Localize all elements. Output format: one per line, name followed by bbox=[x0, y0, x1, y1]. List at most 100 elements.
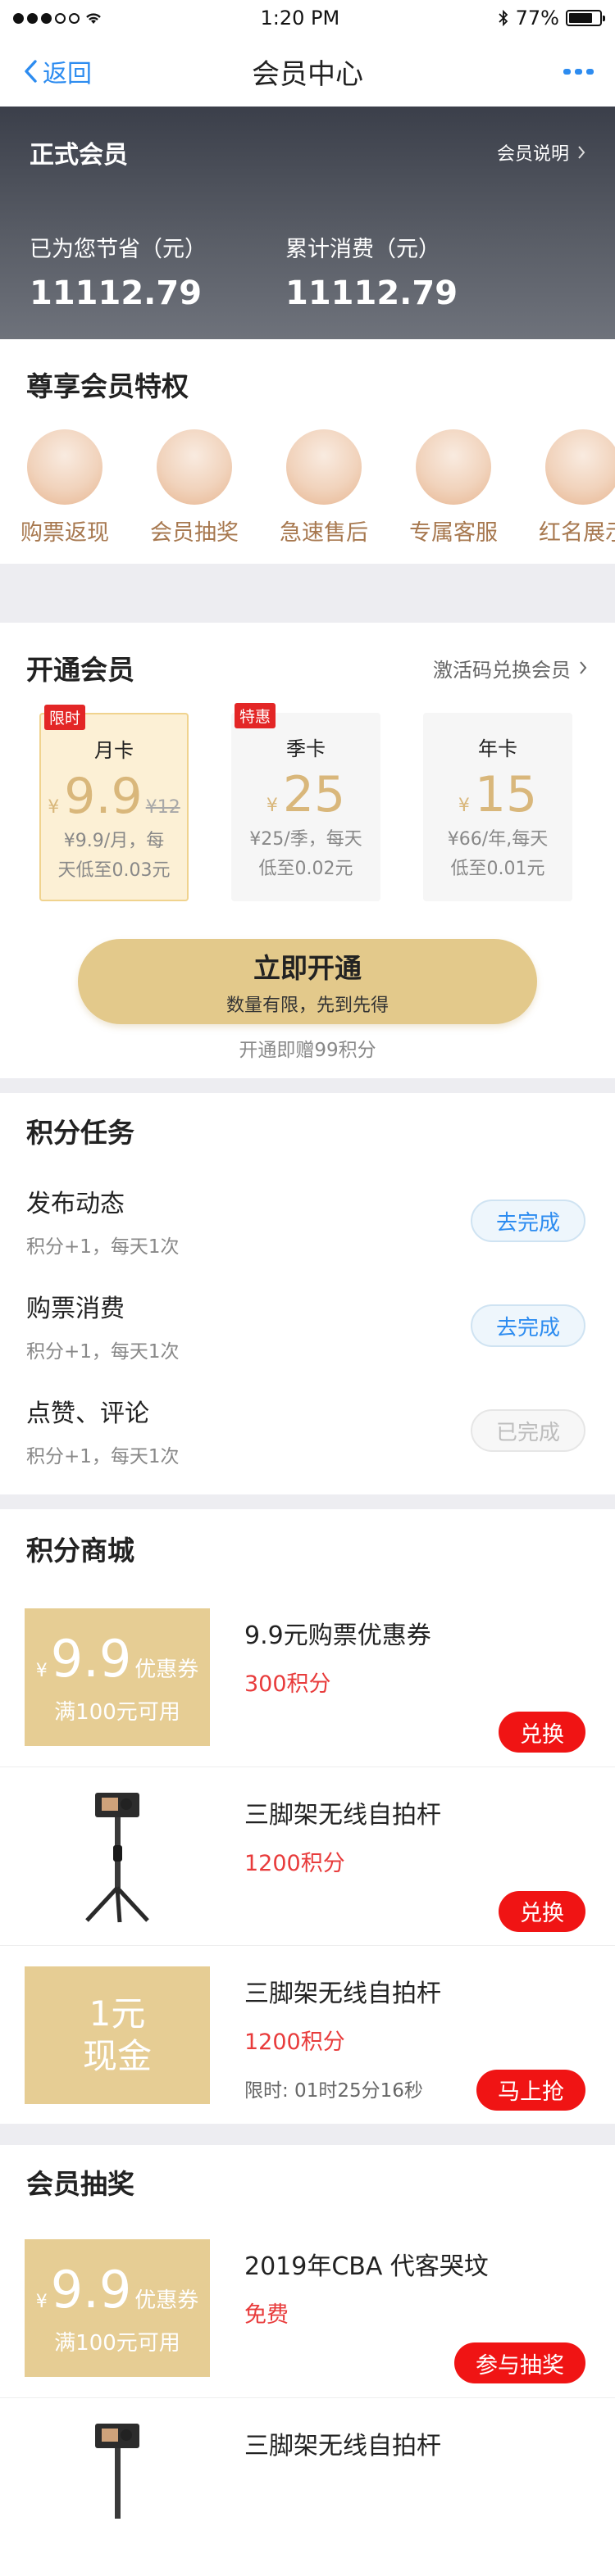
plan-price: ¥ 25 bbox=[266, 766, 345, 823]
more-button[interactable] bbox=[563, 68, 594, 75]
task-row: 点赞、评论 积分+1，每天1次 已完成 bbox=[0, 1378, 615, 1483]
task-rule: 积分+1，每天1次 bbox=[26, 1446, 180, 1467]
red-name-icon bbox=[545, 429, 615, 505]
membership-header: 正式会员 会员说明 已为您节省（元） 11112.79 累计消费（元） 1111… bbox=[0, 107, 615, 339]
activation-code-label: 激活码兑换会员 bbox=[433, 658, 571, 682]
activation-code-link[interactable]: 激活码兑换会员 bbox=[433, 654, 587, 683]
coupon-condition: 满100元可用 bbox=[54, 2331, 180, 2356]
perk-label: 红名展示 bbox=[539, 520, 615, 546]
points-tasks-section: 积分任务 发布动态 积分+1，每天1次 去完成 购票消费 积分+1，每天1次 去… bbox=[0, 1093, 615, 1494]
currency-symbol: ¥ bbox=[48, 797, 60, 818]
plan-card-yearly[interactable]: 年卡 ¥ 15 ¥66/年,每天 低至0.01元 bbox=[423, 713, 572, 901]
perk-item[interactable]: 专属客服 bbox=[389, 429, 518, 564]
perks-title: 尊享会员特权 bbox=[26, 370, 189, 402]
cash-label: 现金 bbox=[82, 2035, 152, 2076]
wifi-icon bbox=[86, 13, 101, 24]
grab-now-button[interactable]: 马上抢 bbox=[476, 2069, 585, 2111]
perk-label: 专属客服 bbox=[409, 520, 498, 546]
currency-symbol: ¥ bbox=[458, 796, 470, 816]
plan-card-quarterly[interactable]: 特惠 季卡 ¥ 25 ¥25/季，每天 低至0.02元 bbox=[231, 703, 380, 901]
signal-strength-icon bbox=[13, 12, 80, 24]
join-lottery-button[interactable]: 参与抽奖 bbox=[454, 2342, 585, 2383]
plan-name: 年卡 bbox=[478, 737, 517, 760]
task-name: 点赞、评论 bbox=[26, 1399, 149, 1428]
redeem-button[interactable]: 兑换 bbox=[499, 1712, 585, 1753]
coupon-unit: 优惠券 bbox=[134, 1658, 199, 1682]
coupon-value: 9.9 bbox=[50, 2260, 132, 2320]
open-membership-button[interactable]: 立即开通 数量有限，先到先得 bbox=[78, 939, 537, 1024]
redeem-button[interactable]: 兑换 bbox=[499, 1890, 585, 1932]
perks-list: 购票返现 会员抽奖 急速售后 专属客服 红名展示 bbox=[0, 429, 615, 564]
battery-percent: 77% bbox=[515, 7, 559, 29]
cash-thumbnail: 1元 现金 bbox=[25, 1966, 210, 2104]
go-complete-button[interactable]: 去完成 bbox=[471, 1200, 585, 1242]
task-rule: 积分+1，每天1次 bbox=[26, 1236, 180, 1258]
perks-section: 尊享会员特权 购票返现 会员抽奖 急速售后 专属客服 红名展示 bbox=[0, 339, 615, 564]
go-complete-button[interactable]: 去完成 bbox=[471, 1304, 585, 1347]
spent-label: 累计消费（元） bbox=[285, 237, 440, 262]
plan-desc: ¥9.9/月，每 天低至0.03元 bbox=[57, 831, 171, 881]
original-price: ¥12 bbox=[145, 797, 180, 818]
signal-area bbox=[13, 11, 102, 25]
price-value: 25 bbox=[282, 766, 346, 823]
limited-badge: 限时 bbox=[44, 705, 86, 730]
coupon-currency: ¥ bbox=[35, 2292, 48, 2312]
points-mall-title: 积分商城 bbox=[26, 1535, 134, 1567]
selfie-stick-tripod-icon bbox=[85, 1792, 149, 1922]
plan-card-monthly[interactable]: 限时 月卡 ¥ 9.9 ¥12 ¥9.9/月，每 天低至0.03元 bbox=[39, 705, 189, 901]
plan-price: ¥ 9.9 ¥12 bbox=[48, 768, 180, 825]
spent-value: 11112.79 bbox=[285, 274, 458, 312]
more-dot-icon bbox=[575, 68, 582, 75]
item-points: 1200积分 bbox=[244, 2029, 345, 2055]
coupon-value: 9.9 bbox=[50, 1629, 132, 1689]
coupon-thumbnail: ¥ 9.9 优惠券 满100元可用 bbox=[25, 1608, 210, 1746]
plan-cards: 限时 月卡 ¥ 9.9 ¥12 ¥9.9/月，每 天低至0.03元 特惠 季卡 ¥… bbox=[0, 703, 615, 901]
open-button-sublabel: 数量有限，先到先得 bbox=[226, 995, 389, 1016]
back-label: 返回 bbox=[43, 60, 92, 88]
mall-item[interactable]: 三脚架无线自拍杆 1200积分 兑换 bbox=[0, 1766, 615, 1945]
saved-label: 已为您节省（元） bbox=[30, 237, 207, 262]
product-image bbox=[25, 2418, 210, 2556]
status-time: 1:20 PM bbox=[260, 7, 340, 29]
plan-desc: ¥25/季，每天 低至0.02元 bbox=[249, 829, 362, 879]
membership-info-label: 会员说明 bbox=[496, 144, 569, 165]
coupon-thumbnail: ¥ 9.9 优惠券 满100元可用 bbox=[25, 2239, 210, 2377]
plan-name: 月卡 bbox=[94, 739, 134, 762]
open-button-label: 立即开通 bbox=[253, 952, 362, 984]
more-dot-icon bbox=[563, 68, 571, 75]
membership-info-link[interactable]: 会员说明 bbox=[497, 139, 585, 166]
perk-item[interactable]: 红名展示 bbox=[518, 429, 615, 564]
mall-item[interactable]: ¥ 9.9 优惠券 满100元可用 9.9元购票优惠券 300积分 兑换 bbox=[0, 1588, 615, 1766]
back-button[interactable]: 返回 bbox=[23, 53, 92, 89]
completed-button: 已完成 bbox=[471, 1409, 585, 1452]
task-rule: 积分+1，每天1次 bbox=[26, 1341, 180, 1363]
chevron-left-icon bbox=[25, 60, 37, 83]
lottery-section: 会员抽奖 ¥ 9.9 优惠券 满100元可用 2019年CBA 代客哭坟 免费 … bbox=[0, 2145, 615, 2576]
cash-amount: 1元 bbox=[89, 1993, 146, 2034]
perk-item[interactable]: 急速售后 bbox=[259, 429, 389, 564]
battery-icon bbox=[565, 10, 605, 26]
discount-badge: 特惠 bbox=[235, 703, 276, 728]
task-row: 发布动态 积分+1，每天1次 去完成 bbox=[0, 1168, 615, 1273]
lottery-item[interactable]: 三脚架无线自拍杆 bbox=[0, 2397, 615, 2576]
selfie-stick-tripod-icon bbox=[95, 2423, 139, 2519]
currency-symbol: ¥ bbox=[266, 796, 278, 816]
task-name: 购票消费 bbox=[26, 1295, 125, 1323]
saved-stat: 已为您节省（元） 11112.79 bbox=[30, 231, 285, 312]
lottery-item[interactable]: ¥ 9.9 优惠券 满100元可用 2019年CBA 代客哭坟 免费 参与抽奖 bbox=[0, 2219, 615, 2397]
saved-value: 11112.79 bbox=[30, 274, 203, 312]
spent-stat: 累计消费（元） 11112.79 bbox=[285, 231, 541, 312]
plan-price: ¥ 15 bbox=[458, 766, 537, 823]
membership-title: 正式会员 bbox=[30, 141, 128, 170]
item-points: 1200积分 bbox=[244, 1850, 345, 1876]
perk-item[interactable]: 购票返现 bbox=[0, 429, 130, 564]
item-name: 三脚架无线自拍杆 bbox=[244, 2431, 441, 2460]
perk-item[interactable]: 会员抽奖 bbox=[130, 429, 259, 564]
points-mall-section: 积分商城 ¥ 9.9 优惠券 满100元可用 9.9元购票优惠券 300积分 兑… bbox=[0, 1509, 615, 2124]
mall-item[interactable]: 1元 现金 三脚架无线自拍杆 1200积分 限时: 01时25分16秒 马上抢 bbox=[0, 1945, 615, 2124]
points-tasks-title: 积分任务 bbox=[26, 1117, 134, 1149]
item-price: 免费 bbox=[244, 2302, 289, 2328]
bonus-note: 开通即赠99积分 bbox=[239, 1040, 376, 1061]
